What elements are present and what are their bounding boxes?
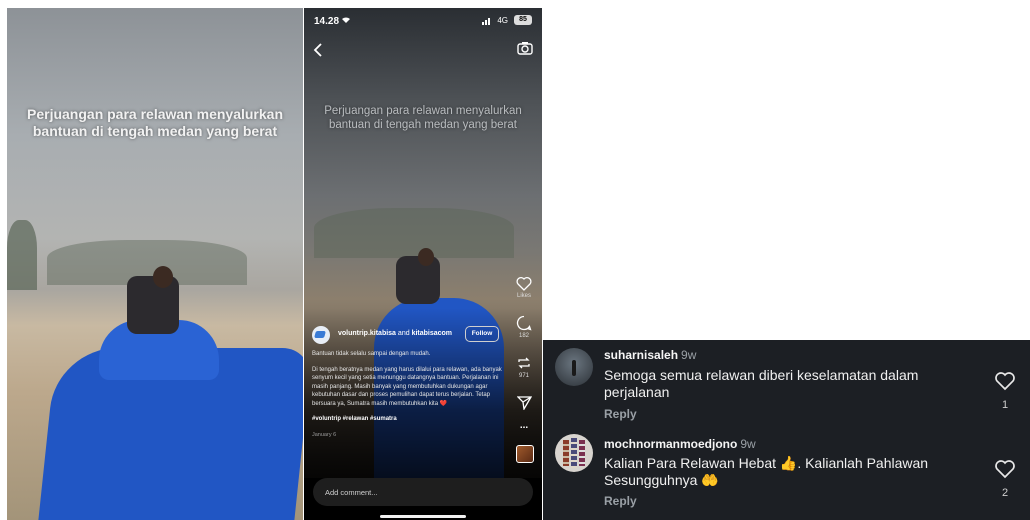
volunteer-figure: [396, 256, 440, 304]
hashtags[interactable]: #voluntrip #relawan #sumatra: [312, 415, 508, 424]
battery-icon: 85: [514, 15, 532, 25]
like-action[interactable]: Likes: [510, 276, 538, 299]
audio-thumbnail-icon[interactable]: [516, 445, 534, 463]
account-row: voluntrip.kitabisa and kitabisacom Follo…: [312, 326, 512, 346]
comment-username[interactable]: suharnisaleh 9w: [604, 348, 696, 362]
treeline: [314, 208, 514, 258]
account-names[interactable]: voluntrip.kitabisa and kitabisacom: [338, 330, 452, 337]
status-time: 14.28: [314, 16, 340, 27]
repost-action[interactable]: 971: [510, 355, 538, 379]
reply-button[interactable]: Reply: [604, 494, 637, 508]
comment-input[interactable]: Add comment...: [313, 478, 533, 506]
post-date: January 6: [312, 431, 337, 438]
reply-button[interactable]: Reply: [604, 407, 637, 421]
network-label: 4G: [497, 16, 508, 25]
share-icon: [516, 396, 532, 410]
share-action[interactable]: [510, 396, 538, 410]
back-arrow-icon[interactable]: [313, 43, 323, 57]
account-secondary[interactable]: kitabisacom: [412, 330, 452, 337]
avatar[interactable]: [555, 348, 593, 386]
heart-icon: [516, 276, 532, 291]
comment-action[interactable]: 182: [510, 315, 538, 339]
account-avatar[interactable]: [312, 326, 330, 344]
post-description: Bantuan tidak selalu sampai dengan mudah…: [312, 350, 508, 446]
video-caption: Perjuangan para relawan menyalurkan bant…: [27, 106, 283, 139]
description-body: Di tengah beratnya medan yang harus dila…: [312, 366, 502, 407]
status-bar: 14.28 4G 85: [304, 8, 542, 34]
comment-text: Kalian Para Relawan Hebat 👍. Kalianlah P…: [604, 455, 929, 488]
account-and: and: [397, 330, 410, 337]
comments-count: 182: [518, 333, 529, 339]
comment-like-count: 1: [1001, 399, 1009, 411]
heart-icon[interactable]: [994, 459, 1016, 479]
comment-like-count: 2: [1001, 487, 1009, 499]
volunteer-head: [153, 266, 173, 288]
username-text[interactable]: mochnormanmoedjono: [604, 437, 737, 451]
comment-username[interactable]: mochnormanmoedjono 9w: [604, 437, 756, 451]
video-caption: Perjuangan para relawan menyalurkan bant…: [324, 105, 522, 131]
comments-panel: suharnisaleh 9w Semoga semua relawan dibe…: [543, 340, 1030, 520]
volunteer-figure: [127, 276, 179, 334]
avatar[interactable]: [555, 434, 593, 472]
comment-icon: [516, 315, 532, 331]
reel-screen: Perjuangan para relawan menyalurkan bant…: [304, 8, 542, 520]
more-icon: ...: [519, 420, 529, 431]
follow-button[interactable]: Follow: [465, 326, 499, 342]
comment-placeholder: Add comment...: [325, 488, 378, 497]
account-primary[interactable]: voluntrip.kitabisa: [338, 330, 396, 337]
likes-label: Likes: [516, 293, 531, 299]
home-indicator: [380, 515, 466, 518]
wifi-icon: [342, 17, 350, 23]
comment-text: Semoga semua relawan diberi keselamatan …: [604, 367, 919, 400]
repost-icon: [518, 357, 530, 369]
username-text[interactable]: suharnisaleh: [604, 348, 678, 362]
reposts-count: 971: [518, 373, 529, 379]
description-intro: Bantuan tidak selalu sampai dengan mudah…: [312, 351, 431, 357]
volunteer-head: [418, 248, 434, 266]
heart-icon[interactable]: [994, 371, 1016, 391]
more-action[interactable]: ...: [510, 420, 538, 431]
comment-age: 9w: [681, 348, 697, 362]
comment-age: 9w: [740, 437, 756, 451]
camera-icon[interactable]: [517, 41, 533, 55]
video-frame-left: Perjuangan para relawan menyalurkan bant…: [7, 8, 303, 520]
treeline-left: [7, 220, 37, 290]
signal-icon: [482, 18, 492, 25]
